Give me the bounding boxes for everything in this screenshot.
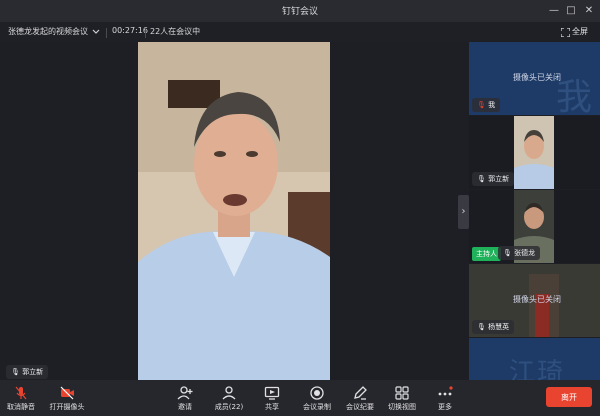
sidebar-collapse-button[interactable]: › xyxy=(458,195,469,229)
share-button[interactable]: 共享 xyxy=(258,380,286,416)
more-icon xyxy=(438,386,453,396)
invite-button[interactable]: 邀请 xyxy=(171,380,199,416)
record-button[interactable]: 会议录制 xyxy=(298,380,336,416)
mic-muted-icon xyxy=(15,386,27,400)
members-icon xyxy=(222,386,236,400)
camera-button[interactable]: 打开摄像头 xyxy=(48,380,86,416)
unmute-button[interactable]: 取消静音 xyxy=(4,380,38,416)
unmute-label: 取消静音 xyxy=(7,403,35,411)
record-icon xyxy=(310,386,324,400)
leave-button[interactable]: 离开 xyxy=(546,387,592,407)
invite-icon xyxy=(177,386,193,400)
participant-name: 杨慧英 xyxy=(488,323,510,331)
participant-name: 张德龙 xyxy=(514,249,536,257)
minutes-button[interactable]: 会议纪要 xyxy=(341,380,379,416)
avatar: 我 xyxy=(555,77,592,115)
members-button[interactable]: 成员(22) xyxy=(211,380,247,416)
participant-name-chip: 🎙 张德龙 xyxy=(498,246,541,260)
switch-view-label: 切换视图 xyxy=(388,403,416,411)
mic-icon: 🎙 xyxy=(477,175,486,183)
participant-tile-me[interactable]: 我 摄像头已关闭 🎙 我 xyxy=(469,42,600,115)
speaker-name-chip: 🎙 郭立新 xyxy=(6,365,49,379)
avatar: 江琦 xyxy=(509,358,566,380)
maximize-button[interactable]: □ xyxy=(563,3,579,19)
divider xyxy=(145,28,146,38)
camera-off-icon xyxy=(60,386,74,400)
divider xyxy=(106,28,107,38)
participant-name: 郭立新 xyxy=(488,175,510,183)
window-titlebar: 钉钉会议 — □ ✕ xyxy=(0,0,600,22)
speaker-video-frame xyxy=(138,42,330,380)
mic-icon: 🎙 xyxy=(11,368,20,376)
invite-label: 邀请 xyxy=(178,403,192,411)
close-button[interactable]: ✕ xyxy=(581,3,597,19)
participant-tile-yang[interactable]: 摄像头已关闭 🎙 杨慧英 xyxy=(469,264,600,337)
participant-name-chip: 🎙 我 xyxy=(472,98,501,112)
main-speaker-video xyxy=(138,42,330,380)
fullscreen-icon[interactable] xyxy=(561,28,570,37)
minimize-button[interactable]: — xyxy=(546,3,562,19)
mic-muted-icon: 🎙 xyxy=(477,101,486,109)
more-label: 更多 xyxy=(438,403,452,411)
switch-view-button[interactable]: 切换视图 xyxy=(383,380,421,416)
fullscreen-button[interactable]: 全屏 xyxy=(572,26,588,37)
share-label: 共享 xyxy=(265,403,279,411)
participant-tile-guo[interactable]: 🎙 郭立新 xyxy=(469,116,600,189)
camera-off-status: 摄像头已关闭 xyxy=(513,295,561,304)
mic-icon: 🎙 xyxy=(503,249,512,257)
meeting-name[interactable]: 张德龙发起的视频会议 xyxy=(8,26,88,37)
minutes-label: 会议纪要 xyxy=(346,403,374,411)
share-screen-icon xyxy=(264,386,280,400)
participant-name: 我 xyxy=(488,101,496,109)
meeting-info-bar: 张德龙发起的视频会议 00:27:16 22人在会议中 全屏 xyxy=(0,22,600,42)
more-button[interactable]: 更多 xyxy=(431,380,459,416)
window-title: 钉钉会议 xyxy=(281,7,318,17)
speaker-name: 郭立新 xyxy=(22,368,44,376)
chevron-down-icon[interactable] xyxy=(92,29,100,35)
grid-view-icon xyxy=(395,386,409,400)
meeting-duration: 00:27:16 xyxy=(112,26,148,35)
record-label: 会议录制 xyxy=(303,403,331,411)
participant-name-chip: 🎙 杨慧英 xyxy=(472,320,515,334)
minutes-icon xyxy=(354,386,367,400)
participant-count[interactable]: 22人在会议中 xyxy=(150,26,200,37)
members-label: 成员(22) xyxy=(214,403,244,411)
participant-tile-jiang[interactable]: 江琦 xyxy=(469,338,600,380)
camera-off-status: 摄像头已关闭 xyxy=(513,73,561,82)
mic-icon: 🎙 xyxy=(477,323,486,331)
host-badge: 主持人 xyxy=(472,247,501,261)
camera-label: 打开摄像头 xyxy=(49,403,85,411)
participant-tile-zhang[interactable]: 主持人 🎙 张德龙 xyxy=(469,190,600,263)
participant-video xyxy=(514,116,554,189)
participant-name-chip: 🎙 郭立新 xyxy=(472,172,515,186)
